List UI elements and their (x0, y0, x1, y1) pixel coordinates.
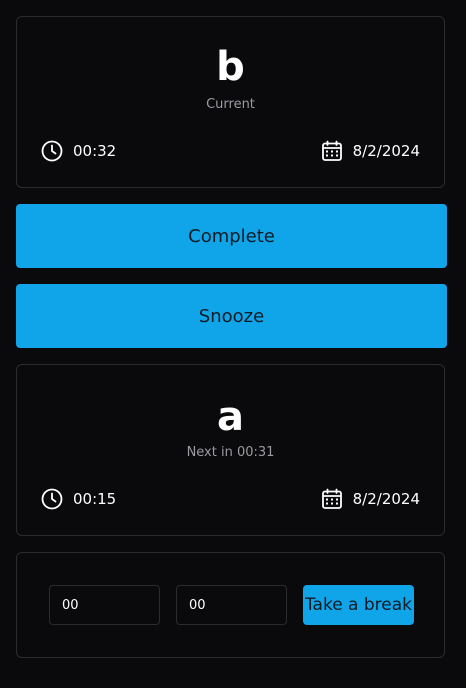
break-hours-input[interactable] (49, 585, 160, 625)
take-a-break-button[interactable]: Take a break (303, 585, 414, 625)
calendar-icon (321, 140, 343, 162)
next-task-duration: 00:15 (41, 487, 116, 511)
current-task-date: 8/2/2024 (321, 139, 420, 163)
next-task-card: a Next in 00:31 00:15 8/2/2024 (16, 364, 445, 536)
break-minutes-input[interactable] (176, 585, 287, 625)
current-task-name: b (216, 44, 245, 90)
current-task-meta: 00:32 8/2/2024 (41, 139, 420, 163)
current-task-date-text: 8/2/2024 (352, 142, 420, 160)
complete-button[interactable]: Complete (16, 204, 447, 268)
clock-icon (41, 488, 63, 510)
next-task-meta: 00:15 8/2/2024 (41, 487, 420, 511)
current-task-duration: 00:32 (41, 139, 116, 163)
current-task-status: Current (206, 97, 255, 112)
calendar-icon (321, 488, 343, 510)
next-task-name: a (217, 394, 244, 440)
current-task-duration-text: 00:32 (73, 142, 117, 160)
current-task-card: b Current 00:32 8/2/2024 (16, 16, 445, 188)
next-task-status: Next in 00:31 (186, 445, 275, 460)
break-card: Take a break (16, 552, 445, 658)
next-task-date-text: 8/2/2024 (352, 490, 420, 508)
next-task-date: 8/2/2024 (321, 487, 420, 511)
snooze-button[interactable]: Snooze (16, 284, 447, 348)
clock-icon (41, 140, 63, 162)
next-task-duration-text: 00:15 (73, 490, 117, 508)
